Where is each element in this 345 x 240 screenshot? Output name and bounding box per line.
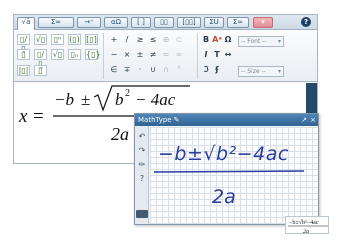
sqrt-template-button[interactable]: √▯ bbox=[34, 34, 47, 45]
infinity-symbol-button[interactable]: ∞ bbox=[174, 50, 184, 60]
style-button[interactable]: ℑ bbox=[201, 65, 211, 75]
subset-symbol-button[interactable]: ⊂ bbox=[174, 35, 184, 45]
font-dropdown-value: -- Font -- bbox=[241, 38, 267, 45]
equation-lhs: x bbox=[18, 106, 28, 127]
tab-brackets[interactable]: [▯▯] bbox=[177, 17, 201, 28]
bold-button[interactable]: B bbox=[201, 35, 211, 45]
italic-button[interactable]: I bbox=[201, 50, 211, 60]
handwritten-numerator: −b±√b²−4ac bbox=[158, 143, 289, 165]
intersection-symbol-button[interactable]: ∩ bbox=[161, 65, 171, 75]
preview-denominator: 2a bbox=[303, 229, 309, 235]
neq-symbol-button[interactable]: ≠ bbox=[148, 50, 158, 60]
mathtype-title: MathType bbox=[138, 116, 172, 124]
tab-custom[interactable]: ▾ bbox=[253, 17, 273, 28]
function-button[interactable]: ʄ bbox=[212, 65, 222, 75]
ribbon-separator bbox=[197, 33, 198, 79]
undo-icon[interactable]: ↶ bbox=[137, 132, 147, 142]
recognized-preview[interactable]: −b±√b²−4ac 2a bbox=[285, 216, 329, 235]
overbar-template-button[interactable]: ▯̄ bbox=[17, 49, 30, 60]
tab-templates[interactable]: √ā bbox=[17, 17, 35, 30]
mathtype-title-bar[interactable]: MathType ✎ ↗ × bbox=[135, 114, 318, 126]
minusplus-symbol-button[interactable]: ∓ bbox=[122, 65, 132, 75]
parentheses-template-button[interactable]: (▯) bbox=[68, 34, 81, 45]
tab-arrows[interactable]: →⁺ bbox=[77, 17, 101, 28]
redo-icon[interactable]: ↷ bbox=[137, 146, 147, 156]
superscript-template-button[interactable]: ▯ⁿ bbox=[51, 34, 64, 45]
resize-button[interactable]: ↔ bbox=[223, 50, 233, 60]
approx-symbol-button[interactable]: ≈ bbox=[161, 50, 171, 60]
special-char-button[interactable]: Ω bbox=[223, 35, 233, 45]
handwritten-strokes: −b±√b²−4ac 2a bbox=[153, 143, 305, 208]
minus-symbol-button[interactable]: − bbox=[109, 50, 119, 60]
toolbar-tab-bar: √ā Σ∞ →⁺ αΩ [ ] ▯▯ [▯▯] ΣU Σ∞ ▾ ? bbox=[14, 15, 317, 30]
nth-root-template-button[interactable]: √▯ bbox=[51, 49, 64, 60]
pen-icon: ✎ bbox=[173, 116, 180, 124]
font-color-button[interactable]: Aᵃ bbox=[212, 35, 222, 45]
expand-icon[interactable]: ↗ bbox=[301, 114, 307, 126]
radicand-exponent: 2 bbox=[125, 88, 130, 99]
element-of-symbol-button[interactable]: ∈ bbox=[109, 65, 119, 75]
keyboard-icon[interactable] bbox=[136, 210, 148, 218]
help-icon[interactable]: ? bbox=[137, 174, 147, 184]
size-dropdown-value: -- Size -- bbox=[241, 68, 266, 75]
numerator-neg-b: −b bbox=[54, 90, 74, 109]
tab-calculus[interactable]: Σ∞ bbox=[227, 17, 249, 28]
equation-equals: = bbox=[33, 106, 44, 127]
numerator-plus-minus: ± bbox=[81, 90, 90, 109]
braces-template-button[interactable]: {▯} bbox=[85, 49, 101, 60]
toolbar-ribbon: ▯/▯ √▯ ▯ⁿ (▯) [▯] ▯̄ ▯/▯ √▯ ▯ₙ {▯} |▯| ▯… bbox=[14, 30, 317, 82]
tab-matrices[interactable]: [ ] bbox=[131, 17, 151, 28]
cdot-symbol-button[interactable]: · bbox=[135, 65, 145, 75]
tab-operators[interactable]: Σ∞ bbox=[38, 17, 74, 28]
handwritten-denominator: 2a bbox=[212, 186, 236, 208]
chevron-down-icon: ▾ bbox=[277, 68, 281, 75]
times-symbol-button[interactable]: × bbox=[122, 50, 132, 60]
tab-greek[interactable]: αΩ bbox=[104, 17, 128, 28]
absolute-template-button[interactable]: |▯| bbox=[17, 65, 30, 76]
handwriting-toolbar: ↶ ↷ ✏ ? bbox=[135, 126, 149, 224]
mathtype-handwriting-panel: MathType ✎ ↗ × ↶ ↷ ✏ ? −b±√b²−4ac 2a −b±√… bbox=[134, 113, 329, 235]
leq-symbol-button[interactable]: ≤ bbox=[148, 35, 158, 45]
divide-symbol-button[interactable]: / bbox=[122, 35, 132, 45]
subscript-template-button[interactable]: ▯ₙ bbox=[68, 49, 81, 60]
tab-layout[interactable]: ▯▯ bbox=[154, 17, 174, 28]
geq-symbol-button[interactable]: ≥ bbox=[135, 35, 145, 45]
degree-symbol-button[interactable]: ° bbox=[174, 65, 184, 75]
tab-sums[interactable]: ΣU bbox=[204, 17, 224, 28]
preview-formula: −b±√b²−4ac 2a bbox=[288, 219, 328, 235]
denominator: 2a bbox=[111, 124, 129, 144]
handwriting-area[interactable]: −b±√b²−4ac 2a −b±√b²−4ac 2a bbox=[150, 127, 329, 235]
eraser-icon[interactable]: ✏ bbox=[137, 160, 147, 170]
text-mode-button[interactable]: T bbox=[212, 50, 222, 60]
oplus-symbol-button[interactable]: ⊕ bbox=[161, 35, 171, 45]
help-icon[interactable]: ? bbox=[301, 17, 311, 27]
preview-numerator: −b±√b²−4ac bbox=[289, 219, 319, 226]
radicand-rest: − 4ac bbox=[135, 90, 176, 109]
font-dropdown[interactable]: -- Font -- ▾ bbox=[238, 36, 284, 47]
small-fraction-template-button[interactable]: ▯/▯ bbox=[34, 49, 47, 68]
plusminus-symbol-button[interactable]: ± bbox=[135, 50, 145, 60]
plus-symbol-button[interactable]: + bbox=[109, 35, 119, 45]
brackets-template-button[interactable]: [▯] bbox=[85, 34, 98, 45]
chevron-down-icon: ▾ bbox=[277, 38, 281, 45]
handwritten-fraction-bar bbox=[153, 170, 305, 173]
size-dropdown[interactable]: -- Size -- ▾ bbox=[238, 66, 284, 77]
close-icon[interactable]: × bbox=[310, 114, 316, 126]
fraction-template-button[interactable]: ▯/▯ bbox=[17, 34, 30, 53]
vector-template-button[interactable]: ▯⃗ bbox=[34, 65, 47, 76]
radicand-b: b bbox=[115, 90, 124, 109]
union-symbol-button[interactable]: ∪ bbox=[148, 65, 158, 75]
ribbon-separator bbox=[103, 33, 104, 79]
